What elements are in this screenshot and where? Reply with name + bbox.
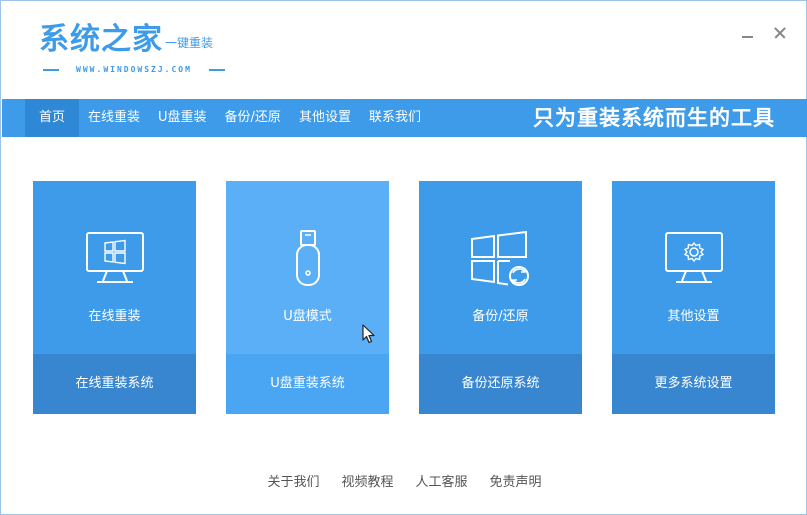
footer-link-about-us[interactable]: 关于我们 xyxy=(267,471,319,490)
card-top: 其他设置 xyxy=(612,181,775,354)
monitor-windows-icon xyxy=(85,231,145,289)
windows-restore-icon xyxy=(470,230,532,293)
nav-item-other-settings[interactable]: 其他设置 xyxy=(290,99,360,137)
window-controls xyxy=(740,25,788,41)
nav-bar: 首页 在线重装 U盘重装 备份/还原 其他设置 联系我们 只为重装系统而生的工具 xyxy=(2,99,807,137)
minimize-icon[interactable] xyxy=(740,25,756,41)
app-logo: 系统之家 一键重装 WWW.WINDOWSZJ.COM xyxy=(39,22,225,74)
card-top: 在线重装 xyxy=(33,181,196,354)
logo-url: WWW.WINDOWSZJ.COM xyxy=(76,65,192,74)
slogan: 只为重装系统而生的工具 xyxy=(533,106,775,130)
app-window: 系统之家 一键重装 WWW.WINDOWSZJ.COM 首页 在线重装 U盘重装 … xyxy=(0,0,807,515)
logo-url-line: WWW.WINDOWSZJ.COM xyxy=(43,65,225,74)
logo-dash-right xyxy=(208,68,225,71)
nav-items: 首页 在线重装 U盘重装 备份/还原 其他设置 联系我们 xyxy=(25,99,430,137)
nav-item-online-reinstall[interactable]: 在线重装 xyxy=(79,99,149,137)
card-title: 其他设置 xyxy=(667,309,720,324)
card-bottom: 在线重装系统 xyxy=(33,354,196,414)
nav-item-contact-us[interactable]: 联系我们 xyxy=(360,99,430,137)
card-bottom: 更多系统设置 xyxy=(612,354,775,414)
card-other-settings[interactable]: 其他设置 更多系统设置 xyxy=(612,181,775,414)
nav-item-usb-reinstall[interactable]: U盘重装 xyxy=(149,99,216,137)
footer-links: 关于我们 视频教程 人工客服 免责声明 xyxy=(1,471,807,490)
card-subtitle: U盘重装系统 xyxy=(270,376,345,391)
card-title: 在线重装 xyxy=(88,309,141,324)
card-subtitle: 更多系统设置 xyxy=(654,376,733,391)
card-backup-restore[interactable]: 备份/还原 备份还原系统 xyxy=(419,181,582,414)
card-usb-mode[interactable]: U盘模式 U盘重装系统 xyxy=(226,181,389,414)
logo-dash-left xyxy=(43,68,59,71)
card-subtitle: 备份还原系统 xyxy=(461,376,540,391)
card-top: 备份/还原 xyxy=(419,181,582,354)
mouse-cursor-icon xyxy=(362,324,376,348)
card-title: 备份/还原 xyxy=(472,309,529,324)
footer-link-video-tutorial[interactable]: 视频教程 xyxy=(341,471,393,490)
card-online-reinstall[interactable]: 在线重装 在线重装系统 xyxy=(33,181,196,414)
nav-item-home[interactable]: 首页 xyxy=(25,99,80,137)
footer-link-customer-service[interactable]: 人工客服 xyxy=(416,471,468,490)
usb-drive-icon xyxy=(293,229,323,293)
card-bottom: 备份还原系统 xyxy=(419,354,582,414)
footer-link-disclaimer[interactable]: 免责声明 xyxy=(490,471,542,490)
card-subtitle: 在线重装系统 xyxy=(75,376,154,391)
logo-title: 系统之家 xyxy=(39,22,163,57)
logo-subtitle: 一键重装 xyxy=(165,36,214,50)
card-bottom: U盘重装系统 xyxy=(226,354,389,414)
nav-item-backup-restore[interactable]: 备份/还原 xyxy=(216,99,290,137)
card-title: U盘模式 xyxy=(283,309,332,324)
close-icon[interactable] xyxy=(772,25,788,41)
monitor-gear-icon xyxy=(664,231,724,289)
